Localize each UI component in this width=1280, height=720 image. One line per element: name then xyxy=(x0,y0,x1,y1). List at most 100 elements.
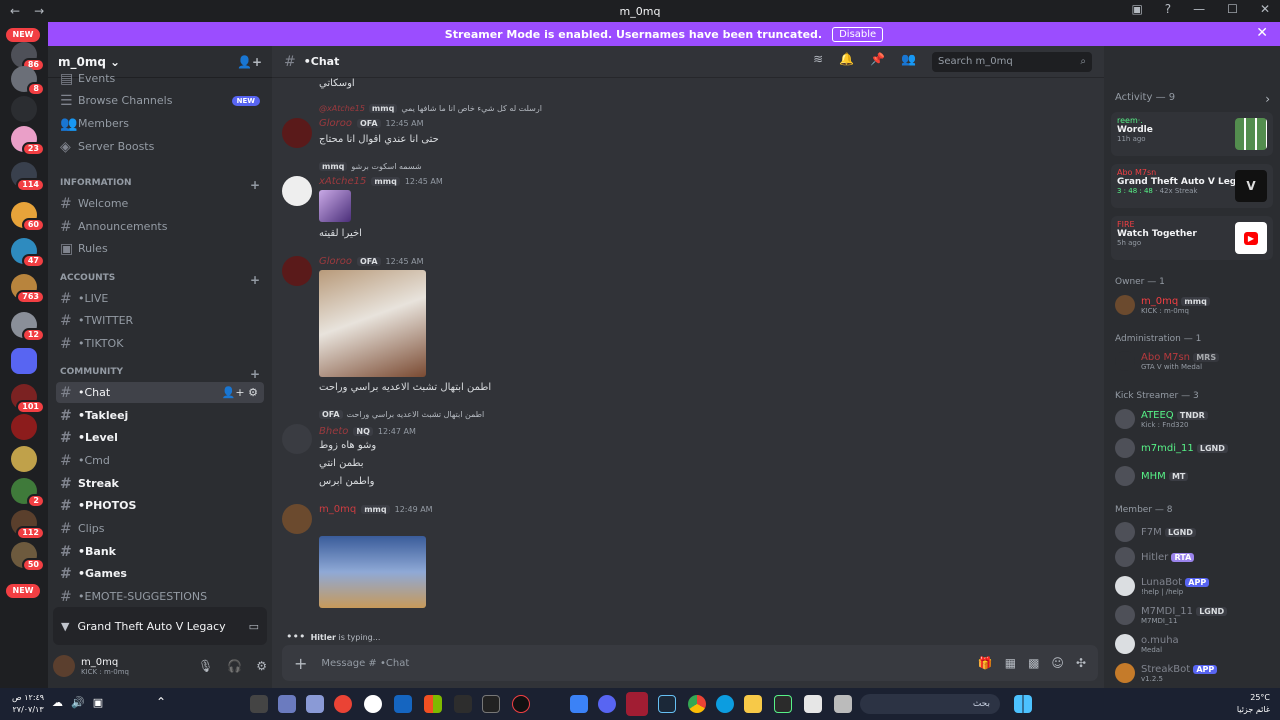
add-channel-icon[interactable]: + xyxy=(250,273,260,287)
pin-icon[interactable]: 📌 xyxy=(870,52,885,72)
minimize-button[interactable]: — xyxy=(1193,2,1205,16)
server-icon[interactable]: 60 xyxy=(11,202,45,232)
member-row[interactable]: MHM MT xyxy=(1115,463,1275,489)
screen-share-icon[interactable]: ▭ xyxy=(249,620,259,633)
windows-start-icon[interactable] xyxy=(1014,695,1032,713)
server-icon[interactable]: 2 xyxy=(11,478,45,508)
member-row[interactable]: o.muha Medal xyxy=(1115,631,1275,657)
gif-image[interactable] xyxy=(319,270,426,377)
server-icon[interactable]: 101 xyxy=(11,384,45,414)
epic-games-icon[interactable] xyxy=(482,695,500,713)
channel-live[interactable]: # •LIVE xyxy=(56,288,264,309)
app-icon[interactable] xyxy=(364,695,382,713)
server-icon[interactable]: 86 xyxy=(11,42,45,72)
server-icon[interactable] xyxy=(11,414,37,440)
category-accounts[interactable]: ACCOUNTS + xyxy=(60,273,260,287)
add-channel-icon[interactable]: + xyxy=(250,178,260,192)
new-unread-pill[interactable]: NEW xyxy=(6,584,40,598)
category-information[interactable]: INFORMATION + xyxy=(60,178,260,192)
app-icon[interactable] xyxy=(774,695,792,713)
channel-members[interactable]: 👥 Members xyxy=(56,113,264,134)
app-icon[interactable] xyxy=(626,692,648,716)
app-icon[interactable] xyxy=(834,695,852,713)
server-icon[interactable]: 114 xyxy=(11,162,45,192)
channel-announcements[interactable]: # Announcements xyxy=(56,216,264,237)
apps-icon[interactable]: ✣ xyxy=(1076,656,1086,670)
discord-icon[interactable] xyxy=(598,695,616,713)
disable-streamer-button[interactable]: Disable xyxy=(832,26,884,42)
channel-browse[interactable]: ☰ Browse Channels NEW xyxy=(56,90,264,111)
system-tray-icons[interactable]: ☁🔊▣ xyxy=(52,696,111,709)
member-row[interactable]: StreakBot APP v1.2.5 xyxy=(1115,660,1275,686)
app-icon[interactable] xyxy=(454,695,472,713)
avatar[interactable] xyxy=(282,176,312,206)
member-row[interactable]: m7mdi_11 LGND xyxy=(1115,435,1275,461)
member-row[interactable]: m_0mq mmq KICK : m-0mq xyxy=(1115,292,1275,318)
new-unread-pill[interactable]: NEW xyxy=(6,28,40,42)
channel-takleej[interactable]: # •Takleej xyxy=(56,405,264,426)
server-icon[interactable]: 763 xyxy=(11,274,45,304)
channel-streak[interactable]: # Streak xyxy=(56,473,264,494)
app-icon[interactable] xyxy=(278,695,296,713)
microphone-icon[interactable]: 🎙 xyxy=(198,659,213,673)
server-icon[interactable]: 47 xyxy=(11,238,45,268)
avatar[interactable] xyxy=(282,256,312,286)
close-window-button[interactable]: ✕ xyxy=(1260,2,1270,16)
chevron-right-icon[interactable]: › xyxy=(1265,92,1270,106)
member-row[interactable]: F7M LGND xyxy=(1115,519,1275,545)
sticker-icon[interactable]: ▩ xyxy=(1028,656,1039,670)
add-channel-icon[interactable]: + xyxy=(250,367,260,381)
activity-card[interactable]: Abo M7sn Grand Theft Auto V Legacy 3 : 4… xyxy=(1111,164,1273,208)
channel-rules[interactable]: ▣ Rules xyxy=(56,238,264,259)
file-explorer-icon[interactable] xyxy=(744,695,762,713)
steam-icon[interactable] xyxy=(658,695,676,713)
channel-events[interactable]: ▤ Events xyxy=(56,68,264,89)
help-icon[interactable]: ? xyxy=(1165,2,1171,16)
invite-icon[interactable]: 👤+ xyxy=(237,55,262,69)
channel-welcome[interactable]: # Welcome xyxy=(56,193,264,214)
channel-clips[interactable]: # Clips xyxy=(56,518,264,539)
app-icon[interactable] xyxy=(394,695,412,713)
channel-emote-suggestions[interactable]: # •EMOTE-SUGGESTIONS xyxy=(56,586,264,607)
channel-games[interactable]: # •Games xyxy=(56,563,264,584)
channel-settings-icon[interactable]: 👤+ ⚙ xyxy=(222,386,258,399)
member-row[interactable]: Abo M7sn MRS GTA V with Medal xyxy=(1115,348,1275,374)
app-icon[interactable] xyxy=(512,695,530,713)
weather-widget[interactable]: 25°C غائم جزئيا xyxy=(1237,692,1270,716)
close-banner-icon[interactable]: ✕ xyxy=(1256,25,1268,41)
avatar[interactable] xyxy=(282,504,312,534)
microsoft-store-icon[interactable] xyxy=(424,695,442,713)
folder-icon[interactable] xyxy=(11,348,37,374)
message-composer[interactable]: + Message # •Chat 🎁 ▦ ▩ ☺ ✣ xyxy=(282,645,1098,681)
channel-tiktok[interactable]: # •TIKTOK xyxy=(56,333,264,354)
server-icon[interactable]: 112 xyxy=(11,510,45,540)
edge-icon[interactable] xyxy=(716,695,734,713)
member-row[interactable]: ATEEQ TNDR Kick : Fnd320 xyxy=(1115,406,1275,432)
server-icon[interactable]: 50 xyxy=(11,542,45,572)
server-icon[interactable]: 23 xyxy=(11,126,45,156)
inbox-icon[interactable]: ▣ xyxy=(1131,2,1142,16)
back-arrow-icon[interactable]: ← xyxy=(10,4,20,18)
gear-icon[interactable]: ⚙ xyxy=(256,659,267,673)
gift-icon[interactable]: 🎁 xyxy=(978,656,993,670)
threads-icon[interactable]: ≋ xyxy=(813,52,823,72)
current-activity[interactable]: ▼ Grand Theft Auto V Legacy ▭ xyxy=(53,607,267,645)
avatar[interactable] xyxy=(282,424,312,454)
activity-card[interactable]: FIRE Watch Together 5h ago ▶ xyxy=(1111,216,1273,260)
channel-bank[interactable]: # •Bank xyxy=(56,541,264,562)
maximize-button[interactable]: ☐ xyxy=(1227,2,1238,16)
member-row[interactable]: M7MDI_11 LGND M7MDI_11 xyxy=(1115,602,1275,628)
avatar[interactable] xyxy=(53,655,75,677)
app-icon[interactable] xyxy=(306,695,324,713)
member-row[interactable]: Hitler RTA xyxy=(1115,544,1275,570)
member-row[interactable]: LunaBot APP !help | /help xyxy=(1115,573,1275,599)
chrome-icon[interactable] xyxy=(334,695,352,713)
emoji-icon[interactable]: ☺ xyxy=(1051,656,1064,670)
sticker-image[interactable] xyxy=(319,190,351,222)
channel-level[interactable]: # •Level xyxy=(56,427,264,448)
channel-chat[interactable]: # •Chat 👤+ ⚙ xyxy=(56,382,264,403)
server-icon[interactable] xyxy=(11,96,37,122)
taskbar-search[interactable]: بحث xyxy=(860,694,1000,714)
activity-card[interactable]: reem·. Wordle 11h ago xyxy=(1111,112,1273,156)
channel-boosts[interactable]: ◈ Server Boosts xyxy=(56,136,264,157)
